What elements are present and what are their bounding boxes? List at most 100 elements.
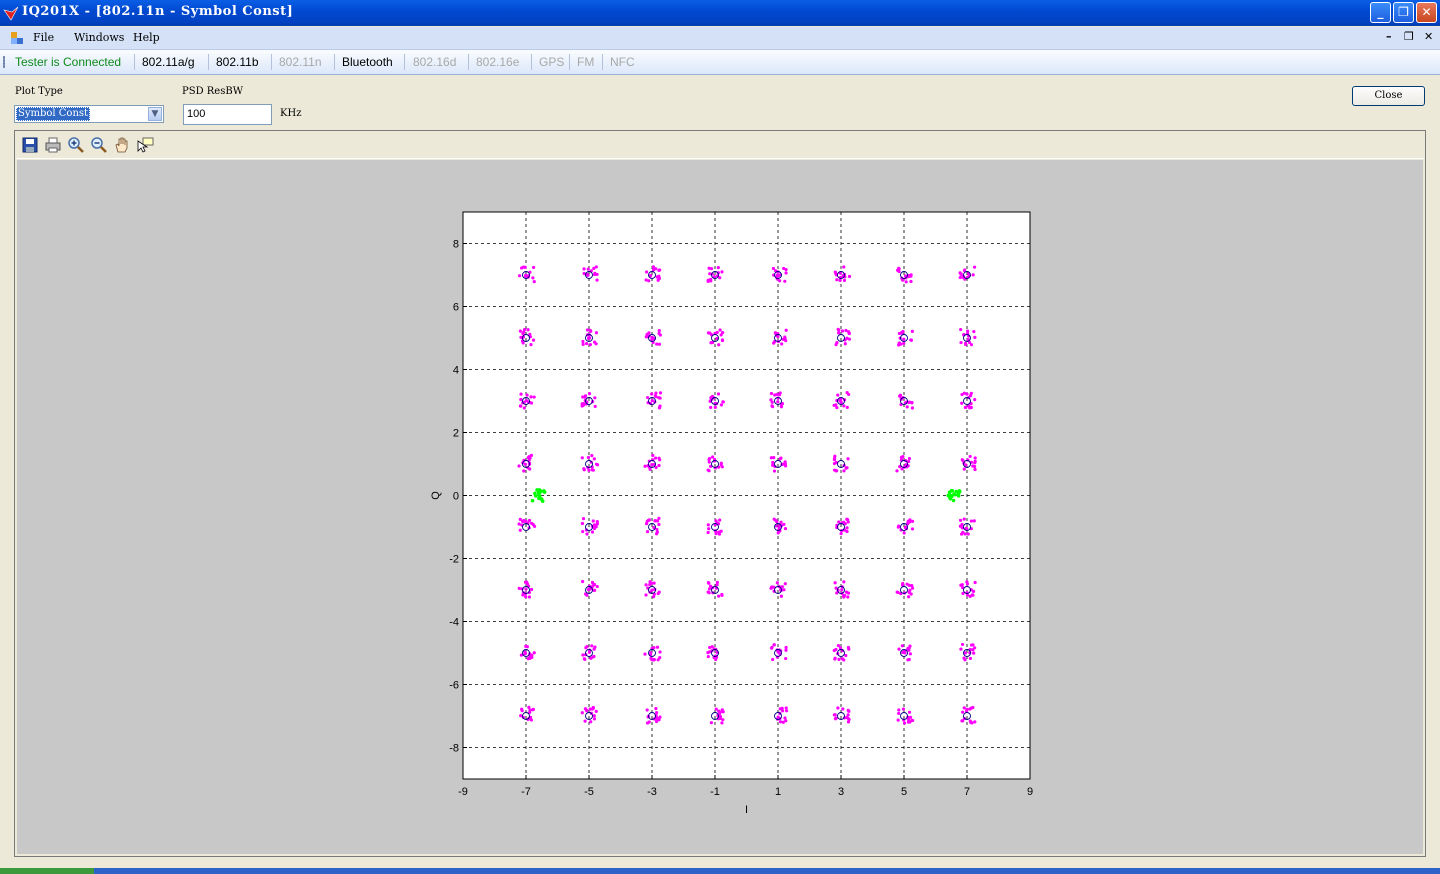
- tab-80216e[interactable]: 802.16e: [476, 55, 519, 69]
- tab-fm[interactable]: FM: [577, 55, 594, 69]
- symbol-point: [836, 393, 840, 397]
- symbol-point: [958, 518, 963, 522]
- save-icon[interactable]: [21, 136, 39, 154]
- zoom-out-icon[interactable]: [90, 136, 108, 154]
- menu-bar: File Windows Help – ❐ ✕: [0, 27, 1440, 50]
- symbol-point: [593, 396, 597, 400]
- symbol-point: [589, 329, 593, 333]
- symbol-point: [721, 718, 725, 722]
- symbol-point: [707, 581, 711, 585]
- mdi-restore-button[interactable]: ❐: [1404, 30, 1414, 43]
- symbol-point: [902, 341, 906, 345]
- symbol-point: [581, 342, 585, 346]
- close-button[interactable]: Close: [1352, 86, 1425, 106]
- symbol-point: [972, 519, 976, 523]
- close-window-button[interactable]: ✕: [1416, 2, 1437, 23]
- symbol-point: [907, 646, 911, 650]
- constellation-chart[interactable]: -9 -7 -5 -3 -1 1 3 5 7 9 -8 -6 -4 -2 0 2 4 6 8 I Q: [17, 160, 1423, 854]
- symbol-point: [910, 519, 915, 523]
- menu-windows[interactable]: Windows: [74, 31, 124, 44]
- tab-bluetooth[interactable]: Bluetooth: [342, 55, 393, 69]
- symbol-point: [648, 582, 652, 587]
- symbol-point: [784, 709, 789, 713]
- symbol-point: [845, 715, 849, 720]
- symbol-point: [519, 714, 523, 718]
- symbol-point: [838, 398, 842, 403]
- print-icon[interactable]: [44, 136, 62, 154]
- mdi-close-button[interactable]: ✕: [1424, 30, 1433, 43]
- symbol-point: [580, 711, 584, 715]
- symbol-point: [960, 458, 964, 462]
- symbol-point: [779, 520, 783, 524]
- menu-help[interactable]: Help: [133, 31, 160, 44]
- symbol-point: [655, 645, 660, 649]
- zoom-in-icon[interactable]: [67, 136, 85, 154]
- symbol-point: [845, 529, 849, 534]
- symbol-point: [655, 532, 659, 536]
- symbol-point: [582, 468, 586, 472]
- symbol-point: [519, 392, 523, 396]
- symbol-point: [529, 521, 534, 525]
- tab-80211n[interactable]: 802.11n: [279, 55, 322, 69]
- symbol-point: [532, 651, 536, 655]
- tab-separator: [531, 54, 532, 70]
- symbol-point: [910, 406, 915, 410]
- tab-nfc[interactable]: NFC: [610, 55, 635, 69]
- symbol-point: [529, 587, 534, 592]
- psd-resbw-input[interactable]: 100: [183, 104, 272, 125]
- symbol-point: [772, 455, 776, 460]
- symbol-point: [583, 719, 587, 723]
- toolbar-grip[interactable]: [3, 56, 5, 68]
- tab-80216d[interactable]: 802.16d: [413, 55, 456, 69]
- tab-gps[interactable]: GPS: [539, 55, 564, 69]
- symbol-point: [783, 279, 787, 283]
- pan-hand-icon[interactable]: [113, 136, 131, 154]
- symbol-point: [529, 395, 533, 399]
- minimize-button[interactable]: _: [1370, 2, 1391, 23]
- menu-file[interactable]: File: [33, 31, 54, 44]
- symbol-point: [776, 715, 780, 719]
- symbol-point: [657, 516, 661, 520]
- symbol-point: [833, 656, 837, 660]
- symbol-point: [842, 278, 847, 282]
- restore-button[interactable]: ❐: [1393, 2, 1414, 23]
- symbol-point: [721, 400, 725, 404]
- symbol-point: [595, 522, 599, 526]
- symbol-point: [842, 658, 846, 662]
- plot-type-select[interactable]: Symbol Const ▼: [14, 105, 164, 123]
- mdi-minimize-button[interactable]: –: [1386, 30, 1392, 43]
- symbol-point: [960, 583, 964, 587]
- symbol-point: [783, 582, 787, 586]
- symbol-point: [531, 707, 535, 711]
- symbol-point: [960, 392, 964, 397]
- symbol-point: [595, 584, 599, 589]
- symbol-point: [719, 529, 723, 533]
- tab-80211b[interactable]: 802.11b: [216, 55, 259, 69]
- symbol-point: [590, 530, 595, 534]
- symbol-point: [709, 267, 714, 271]
- symbol-point: [775, 581, 779, 585]
- symbol-point: [779, 594, 783, 598]
- symbol-point: [658, 333, 662, 337]
- symbol-point: [832, 461, 837, 466]
- symbol-point: [588, 336, 592, 340]
- symbol-point: [650, 462, 654, 467]
- symbol-point: [910, 583, 914, 588]
- data-cursor-icon[interactable]: [136, 136, 154, 154]
- mdi-child-icon[interactable]: [10, 31, 24, 45]
- symbol-point: [842, 580, 846, 584]
- symbol-point: [591, 519, 595, 523]
- tab-80211ag[interactable]: 802.11a/g: [142, 55, 195, 69]
- symbol-point: [519, 404, 523, 408]
- symbol-point: [652, 646, 656, 650]
- symbol-point: [846, 520, 850, 524]
- symbol-point: [784, 719, 788, 723]
- symbol-point: [972, 651, 976, 655]
- symbol-point: [586, 267, 590, 271]
- symbol-point: [840, 588, 844, 592]
- symbol-point: [706, 654, 710, 659]
- symbol-point: [655, 342, 659, 346]
- symbol-point: [965, 582, 970, 586]
- symbol-point: [965, 392, 969, 396]
- chevron-down-icon[interactable]: ▼: [148, 107, 162, 121]
